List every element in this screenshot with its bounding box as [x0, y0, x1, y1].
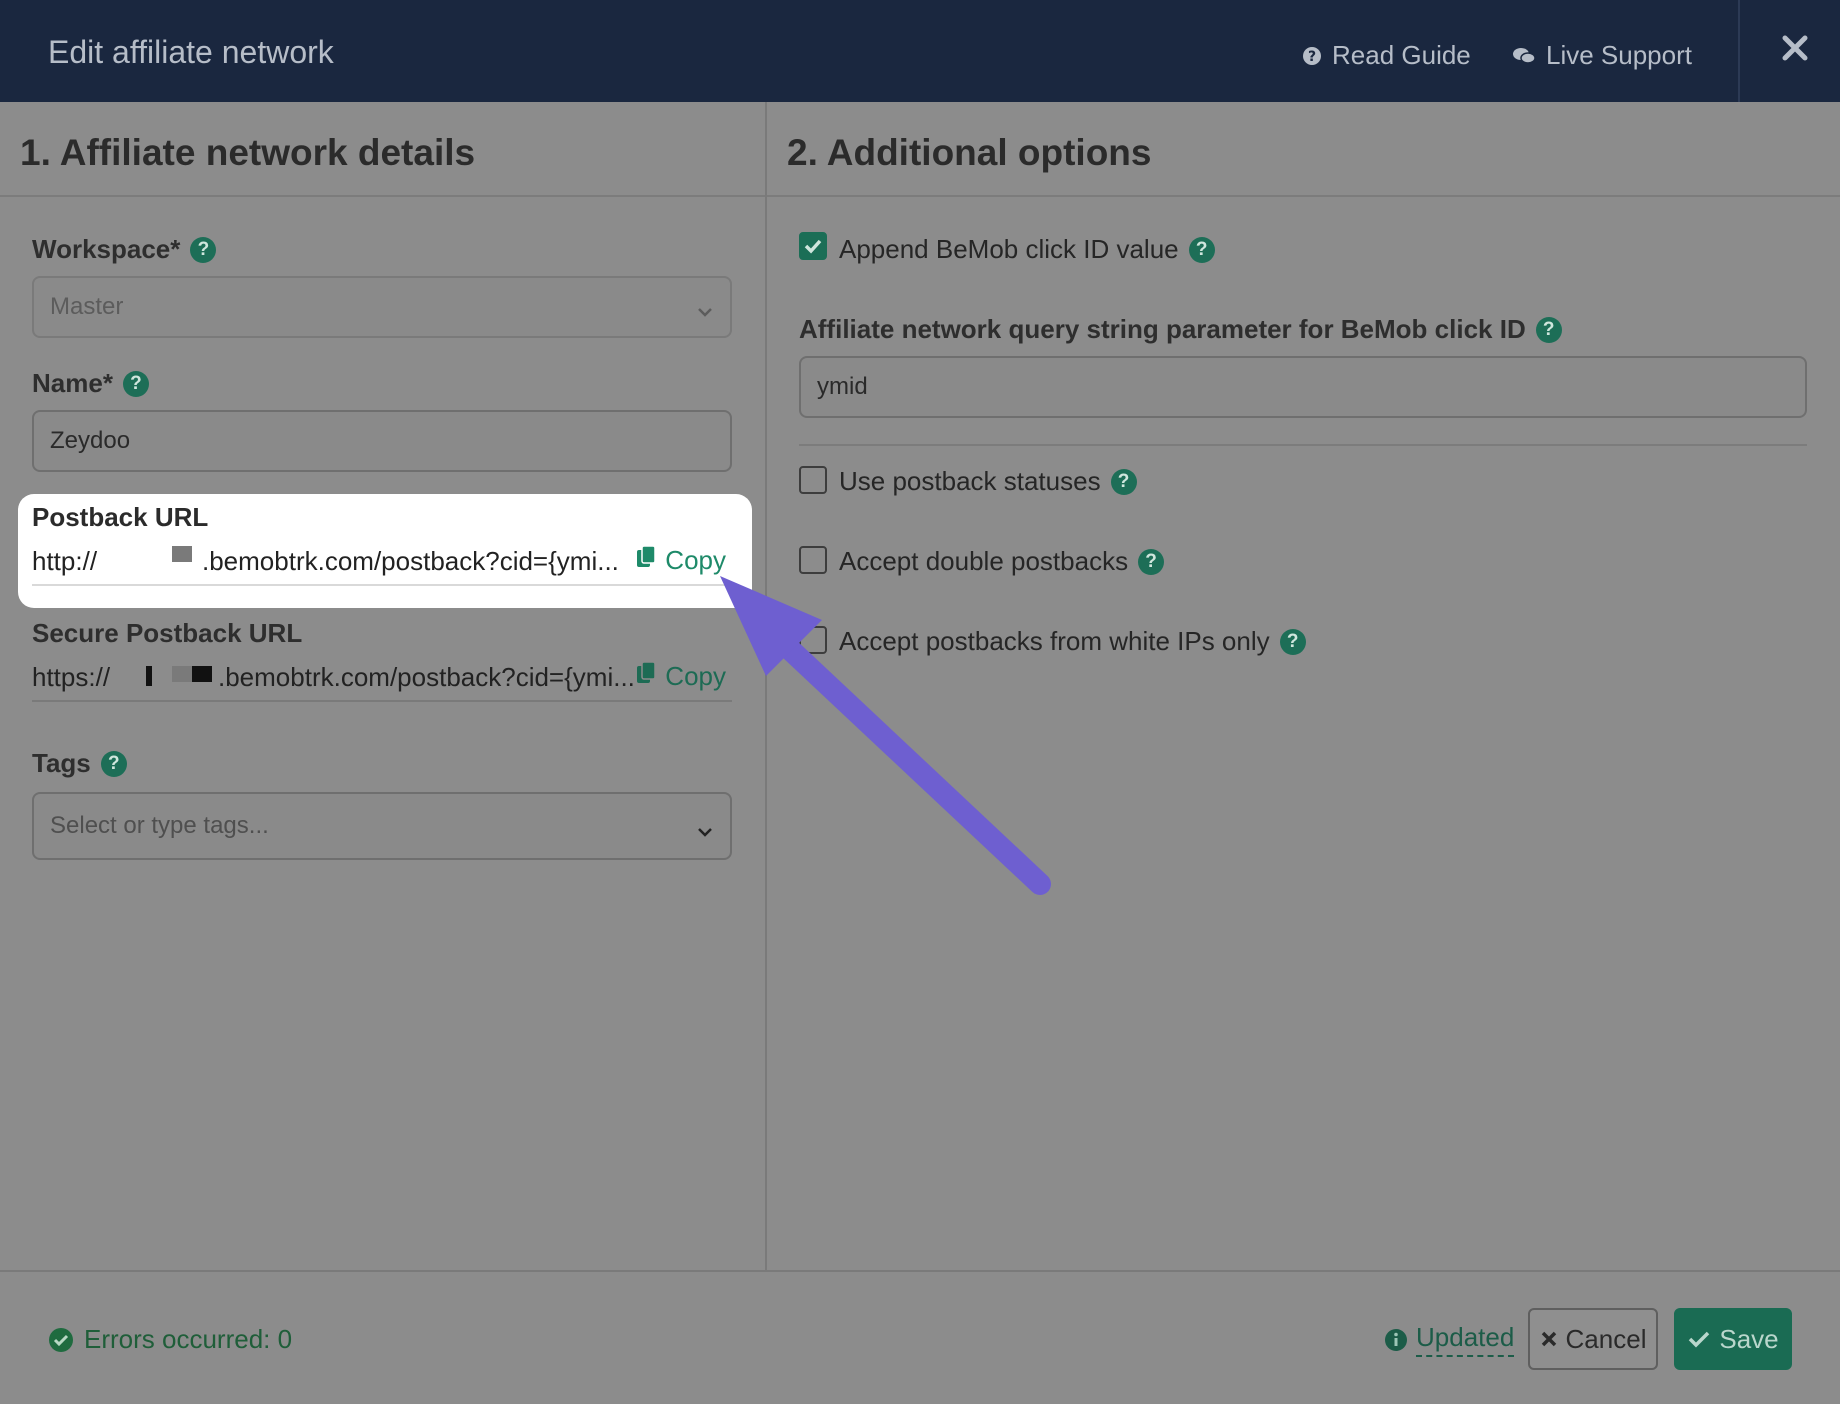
modal-footer: Errors occurred: 0 Updated Cancel Save: [0, 1270, 1840, 1404]
save-label: Save: [1719, 1323, 1779, 1354]
check-icon: [804, 239, 822, 254]
name-value: Zeydoo: [50, 427, 131, 454]
redacted-region: [192, 666, 212, 682]
help-icon[interactable]: ?: [1110, 468, 1137, 495]
postback-statuses-option: Use postback statuses ?: [839, 466, 1137, 497]
secure-postback-url-label-text: Secure Postback URL: [32, 618, 303, 648]
modal-header: Edit affiliate network ? Read Guide Live…: [0, 0, 1840, 102]
details-section-title: 1. Affiliate network details: [20, 132, 476, 173]
errors-text: Errors occurred: 0: [84, 1324, 293, 1354]
white-ips-label: Accept postbacks from white IPs only: [839, 626, 1270, 656]
redacted-region: [146, 666, 152, 686]
click-id-param-value: ymid: [817, 373, 868, 400]
tags-select[interactable]: Select or type tags...: [32, 792, 732, 860]
postback-url-label: Postback URL: [32, 502, 208, 533]
copy-icon: [635, 544, 657, 577]
workspace-label-text: Workspace*: [32, 234, 181, 264]
secure-url-prefix: https://: [32, 662, 111, 692]
workspace-select: Master: [32, 276, 732, 338]
updated-label: Updated: [1416, 1322, 1515, 1357]
help-icon[interactable]: ?: [1188, 236, 1215, 263]
double-postbacks-option: Accept double postbacks ?: [839, 546, 1165, 577]
options-section: 2. Additional options: [767, 102, 1840, 1270]
live-support-label: Live Support: [1546, 40, 1692, 70]
append-click-id-label: Append BeMob click ID value: [839, 234, 1179, 264]
double-postbacks-label: Accept double postbacks: [839, 546, 1129, 576]
modal-title: Edit affiliate network: [48, 34, 334, 70]
cancel-button[interactable]: Cancel: [1528, 1308, 1658, 1370]
click-id-param-label: Affiliate network query string parameter…: [799, 314, 1562, 345]
copy-label: Copy: [665, 661, 726, 691]
close-icon[interactable]: [1775, 28, 1815, 68]
secure-postback-url-field[interactable]: https:// .bemobtrk.com/postback?cid={ymi…: [32, 656, 732, 702]
white-ips-checkbox[interactable]: [799, 626, 827, 654]
tags-label-text: Tags: [32, 748, 91, 778]
postback-statuses-label: Use postback statuses: [839, 466, 1101, 496]
append-click-id-checkbox[interactable]: [799, 232, 827, 260]
white-ips-option: Accept postbacks from white IPs only ?: [839, 626, 1306, 657]
check-icon: [1689, 1331, 1710, 1348]
copy-icon: [635, 660, 657, 693]
options-section-title: 2. Additional options: [787, 132, 1152, 173]
tags-label: Tags ?: [32, 748, 127, 779]
name-label-text: Name*: [32, 368, 113, 398]
cancel-label: Cancel: [1565, 1323, 1647, 1354]
header-divider: [1738, 0, 1740, 102]
info-icon: [1385, 1328, 1407, 1351]
question-circle-icon: ?: [1302, 46, 1322, 66]
name-label: Name* ?: [32, 368, 149, 399]
help-icon[interactable]: ?: [122, 370, 149, 397]
copy-secure-postback-button[interactable]: Copy: [635, 660, 726, 693]
options-section-header: 2. Additional options: [767, 102, 1840, 197]
help-icon[interactable]: ?: [100, 750, 127, 777]
help-icon[interactable]: ?: [1138, 548, 1165, 575]
tags-placeholder: Select or type tags...: [50, 812, 269, 839]
name-input[interactable]: Zeydoo: [32, 410, 732, 472]
chat-bubbles-icon: [1512, 46, 1536, 66]
copy-label: Copy: [665, 545, 726, 575]
options-divider: [799, 444, 1807, 446]
secure-url-suffix: .bemobtrk.com/postback?cid={ymi...: [218, 662, 635, 692]
double-postbacks-checkbox[interactable]: [799, 546, 827, 574]
errors-status: Errors occurred: 0: [48, 1324, 292, 1355]
redacted-region: [172, 666, 192, 682]
redacted-region: [172, 546, 192, 562]
check-circle-icon: [49, 1327, 73, 1352]
save-button[interactable]: Save: [1674, 1308, 1792, 1370]
read-guide-label: Read Guide: [1332, 40, 1471, 70]
help-icon[interactable]: ?: [1279, 628, 1306, 655]
postback-statuses-checkbox[interactable]: [799, 466, 827, 494]
postback-url-label-text: Postback URL: [32, 502, 209, 532]
details-section-header: 1. Affiliate network details: [0, 102, 765, 197]
live-support-link[interactable]: Live Support: [1512, 40, 1692, 71]
help-icon[interactable]: ?: [1535, 316, 1562, 343]
click-id-param-label-text: Affiliate network query string parameter…: [799, 314, 1526, 344]
chevron-down-icon: [696, 298, 714, 326]
workspace-value: Master: [50, 293, 124, 320]
help-icon[interactable]: ?: [190, 236, 217, 263]
svg-text:?: ?: [1308, 49, 1316, 65]
chevron-down-icon: [696, 818, 714, 846]
close-icon: [1541, 1331, 1556, 1347]
read-guide-link[interactable]: ? Read Guide: [1302, 40, 1471, 71]
append-click-id-option: Append BeMob click ID value ?: [839, 234, 1215, 265]
postback-url-suffix: .bemobtrk.com/postback?cid={ymi...: [202, 546, 619, 576]
workspace-label: Workspace* ?: [32, 234, 217, 265]
postback-url-prefix: http://: [32, 546, 98, 576]
postback-url-field[interactable]: http:// .bemobtrk.com/postback?cid={ymi.…: [32, 540, 732, 586]
secure-postback-url-label: Secure Postback URL: [32, 618, 302, 649]
click-id-param-input[interactable]: ymid: [799, 356, 1807, 418]
updated-info[interactable]: Updated: [1384, 1322, 1515, 1357]
copy-postback-button[interactable]: Copy: [635, 544, 726, 577]
